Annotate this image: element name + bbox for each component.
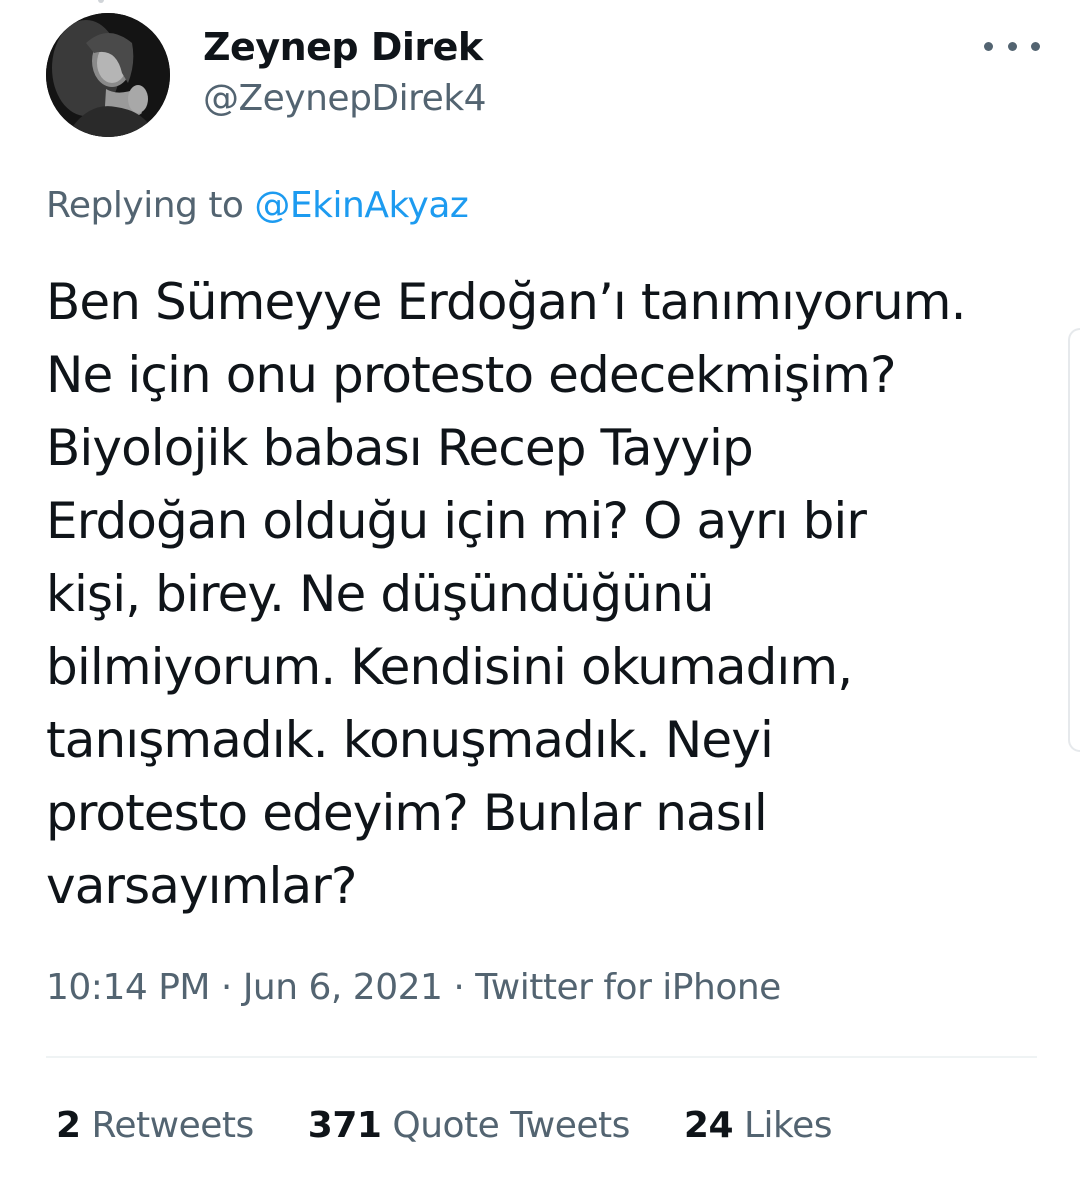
retweets-label: Retweets bbox=[80, 1105, 255, 1146]
tweet-text-line: tanışmadık. konuşmadık. Neyi bbox=[46, 711, 774, 769]
tweet-text-line: Erdoğan olduğu için mi? O ayrı bir bbox=[46, 492, 867, 550]
tweet-time[interactable]: 10:14 PM bbox=[46, 967, 210, 1008]
tweet-text-line: protesto edeyim? Bunlar nasıl bbox=[46, 784, 768, 842]
quote-tweets-stat[interactable]: 371 Quote Tweets bbox=[307, 1104, 631, 1148]
user-handle[interactable]: @ZeynepDirek4 bbox=[203, 77, 487, 121]
profile-photo-icon bbox=[46, 13, 170, 137]
more-options-icon[interactable] bbox=[984, 28, 1040, 64]
replying-to: Replying to @EkinAkyaz bbox=[46, 184, 469, 228]
tweet-text-line: varsayımlar? bbox=[46, 857, 357, 915]
tweet-text-line: bilmiyorum. Kendisini okumadım, bbox=[46, 638, 853, 696]
meta-separator: · bbox=[442, 967, 476, 1008]
quote-tweets-count: 371 bbox=[307, 1105, 382, 1146]
tweet-meta: 10:14 PM · Jun 6, 2021 · Twitter for iPh… bbox=[46, 966, 781, 1010]
meta-separator: · bbox=[209, 967, 243, 1008]
tweet-text-line: Biyolojik babası Recep Tayyip bbox=[46, 419, 754, 477]
tweet-date[interactable]: Jun 6, 2021 bbox=[243, 967, 443, 1008]
display-name[interactable]: Zeynep Direk bbox=[203, 24, 483, 70]
replying-to-label: Replying to bbox=[46, 185, 255, 226]
tweet-text: Ben Sümeyye Erdoğan’ı tanımıyorum. Ne iç… bbox=[46, 266, 1046, 923]
tweet-text-line: kişi, birey. Ne düşündüğünü bbox=[46, 565, 714, 623]
top-edge-mark bbox=[98, 0, 104, 3]
retweets-stat[interactable]: 2 Retweets bbox=[56, 1104, 254, 1148]
reply-mention-link[interactable]: @EkinAkyaz bbox=[254, 185, 468, 226]
dot bbox=[984, 41, 993, 51]
likes-label: Likes bbox=[733, 1105, 833, 1146]
likes-count: 24 bbox=[683, 1105, 734, 1146]
divider bbox=[46, 1056, 1037, 1058]
scrollbar-handle[interactable] bbox=[1068, 328, 1080, 752]
likes-stat[interactable]: 24 Likes bbox=[683, 1104, 833, 1148]
engagement-stats: 2 Retweets 371 Quote Tweets 24 Likes bbox=[56, 1104, 833, 1148]
quote-tweets-label: Quote Tweets bbox=[381, 1105, 630, 1146]
retweets-count: 2 bbox=[56, 1105, 81, 1146]
tweet-source[interactable]: Twitter for iPhone bbox=[475, 967, 781, 1008]
tweet-text-line: Ne için onu protesto edecekmişim? bbox=[46, 346, 897, 404]
dot bbox=[1031, 41, 1040, 51]
tweet-text-line: Ben Sümeyye Erdoğan’ı tanımıyorum. bbox=[46, 273, 966, 331]
dot bbox=[1007, 41, 1017, 51]
avatar[interactable] bbox=[46, 13, 170, 137]
